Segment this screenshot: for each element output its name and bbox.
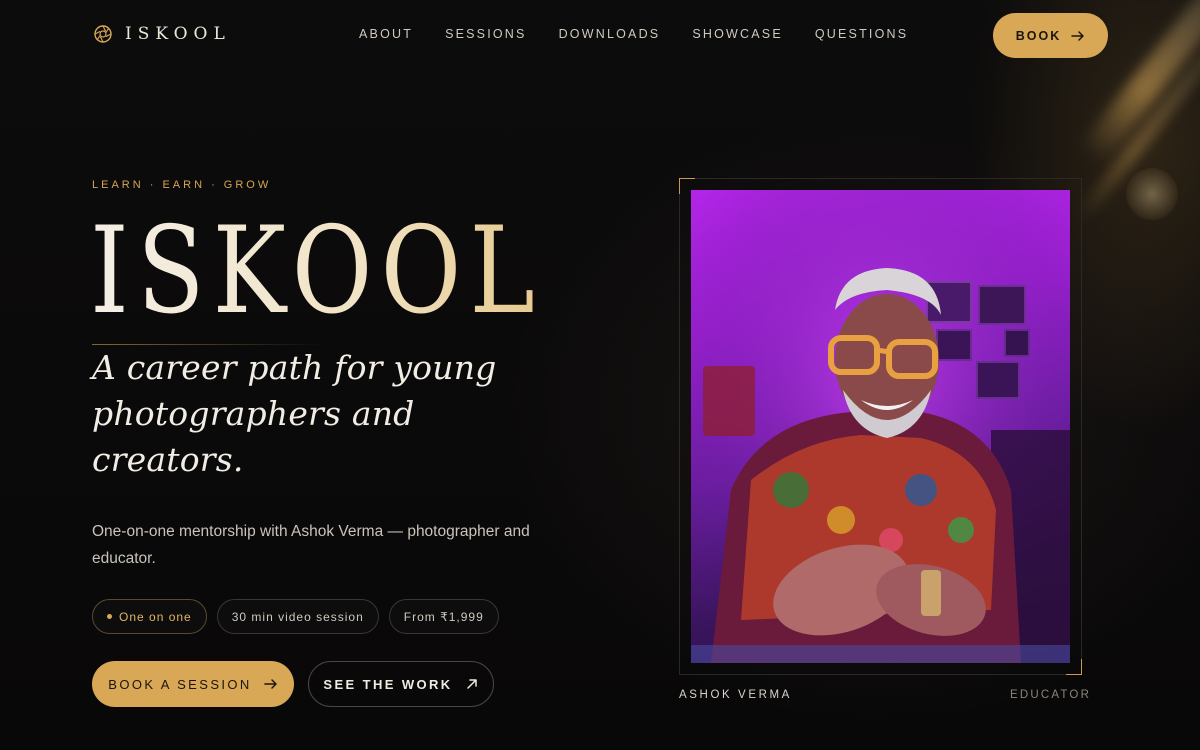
hero-title: ISKOOL — [90, 202, 544, 341]
nav-link-downloads[interactable]: DOWNLOADS — [559, 27, 661, 41]
pill-label: From ₹1,999 — [403, 609, 484, 624]
pill-price: From ₹1,999 — [388, 599, 499, 634]
nav-link-about[interactable]: ABOUT — [359, 27, 413, 41]
nav-link-showcase[interactable]: SHOWCASE — [692, 27, 783, 41]
hero-tagline: A career path for young photographers an… — [92, 348, 497, 479]
hero-subcopy: One-on-one mentorship with Ashok Verma —… — [92, 523, 530, 567]
arrow-right-icon — [1071, 30, 1084, 41]
bokeh-light — [1126, 168, 1178, 220]
arrow-right-icon — [263, 679, 277, 689]
pill-label: One on one — [119, 609, 192, 624]
book-session-label: BOOK A SESSION — [108, 676, 252, 692]
nav-link-sessions[interactable]: SESSIONS — [445, 27, 527, 41]
portrait-illustration — [691, 190, 1070, 663]
dot-icon — [107, 614, 112, 619]
see-work-label: SEE THE WORK — [323, 676, 453, 692]
top-nav: ISKOOL ABOUT SESSIONS DOWNLOADS SHOWCASE… — [0, 0, 1200, 70]
portrait-role: EDUCATOR — [1010, 689, 1092, 701]
aperture-icon — [94, 25, 112, 43]
book-button-label: BOOK — [1015, 28, 1062, 43]
pill-session-length: 30 min video session — [216, 599, 379, 634]
logo[interactable]: ISKOOL — [93, 24, 231, 44]
book-button[interactable]: BOOK — [993, 13, 1108, 58]
arrow-up-right-icon — [466, 679, 477, 689]
portrait-photo — [691, 190, 1070, 663]
portrait-name: ASHOK VERMA — [679, 689, 792, 701]
hero-eyebrow: LEARN · EARN · GROW — [92, 179, 272, 191]
see-work-button[interactable]: SEE THE WORK — [308, 661, 494, 707]
nav-link-questions[interactable]: QUESTIONS — [815, 27, 908, 41]
nav-links: ABOUT SESSIONS DOWNLOADS SHOWCASE QUESTI… — [359, 27, 908, 41]
feature-pills: One on one 30 min video session From ₹1,… — [92, 599, 499, 634]
book-session-button[interactable]: BOOK A SESSION — [92, 661, 294, 707]
pill-label: 30 min video session — [231, 609, 364, 624]
pill-one-on-one: One on one — [92, 599, 207, 634]
logo-wordmark: ISKOOL — [125, 24, 231, 44]
